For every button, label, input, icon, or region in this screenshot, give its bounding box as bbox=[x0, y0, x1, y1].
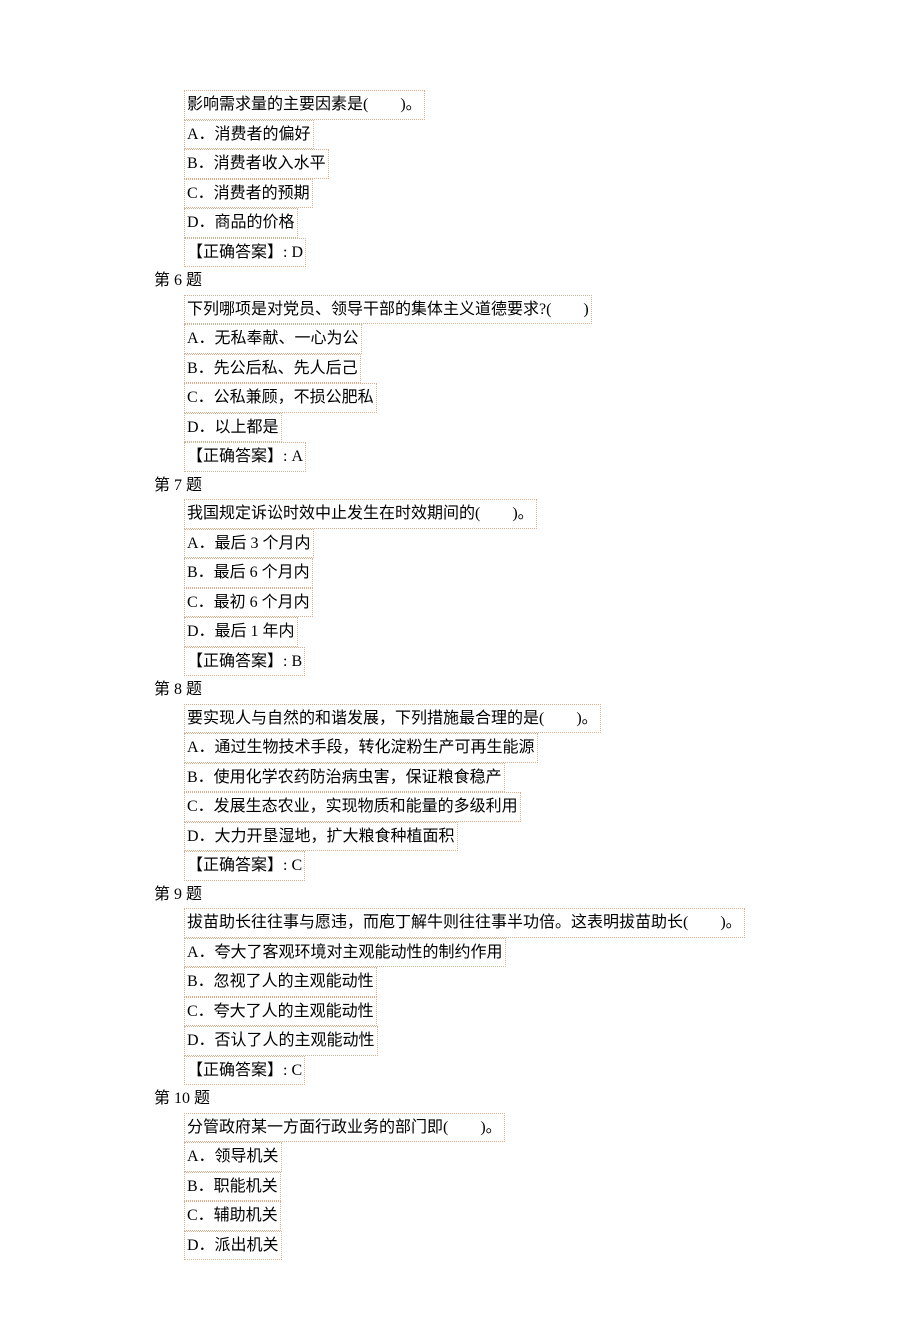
text-line: 第 9 题 bbox=[152, 881, 920, 909]
text-line: B．先公后私、先人后己 bbox=[152, 354, 920, 384]
text-line: 【正确答案】: D bbox=[152, 238, 920, 268]
text-span: C．最初 6 个月内 bbox=[184, 588, 313, 618]
text-span: B．最后 6 个月内 bbox=[184, 558, 313, 588]
text-span: A．无私奉献、一心为公 bbox=[184, 324, 362, 354]
text-span: 第 7 题 bbox=[152, 472, 204, 500]
text-span: 第 6 题 bbox=[152, 267, 204, 295]
text-line: B．消费者收入水平 bbox=[152, 149, 920, 179]
text-span: 拔苗助长往往事与愿违，而庖丁解牛则往往事半功倍。这表明拔苗助长( )。 bbox=[184, 908, 745, 938]
text-line: 分管政府某一方面行政业务的部门即( )。 bbox=[152, 1113, 920, 1143]
text-line: D．否认了人的主观能动性 bbox=[152, 1026, 920, 1056]
text-span: B．先公后私、先人后己 bbox=[184, 354, 361, 384]
text-span: B．使用化学农药防治病虫害，保证粮食稳产 bbox=[184, 763, 505, 793]
text-span: 【正确答案】: D bbox=[184, 238, 306, 268]
text-span: 【正确答案】: C bbox=[184, 851, 305, 881]
text-span: C．夸大了人的主观能动性 bbox=[184, 997, 377, 1027]
text-line: D．最后 1 年内 bbox=[152, 617, 920, 647]
text-line: 【正确答案】: A bbox=[152, 442, 920, 472]
text-line: 【正确答案】: C bbox=[152, 851, 920, 881]
text-line: A．无私奉献、一心为公 bbox=[152, 324, 920, 354]
text-span: C．消费者的预期 bbox=[184, 179, 313, 209]
text-span: 第 10 题 bbox=[152, 1085, 212, 1113]
text-line: 第 10 题 bbox=[152, 1085, 920, 1113]
text-line: D．以上都是 bbox=[152, 413, 920, 443]
text-span: 第 9 题 bbox=[152, 881, 204, 909]
text-span: A．夸大了客观环境对主观能动性的制约作用 bbox=[184, 938, 506, 968]
text-line: C．最初 6 个月内 bbox=[152, 588, 920, 618]
text-span: B．消费者收入水平 bbox=[184, 149, 329, 179]
text-span: D．以上都是 bbox=[184, 413, 282, 443]
text-span: B．忽视了人的主观能动性 bbox=[184, 967, 377, 997]
text-line: 第 7 题 bbox=[152, 472, 920, 500]
text-line: 第 6 题 bbox=[152, 267, 920, 295]
text-span: 【正确答案】: A bbox=[184, 442, 306, 472]
text-line: C．夸大了人的主观能动性 bbox=[152, 997, 920, 1027]
text-line: 拔苗助长往往事与愿违，而庖丁解牛则往往事半功倍。这表明拔苗助长( )。 bbox=[152, 908, 920, 938]
text-line: C．发展生态农业，实现物质和能量的多级利用 bbox=[152, 792, 920, 822]
text-line: 下列哪项是对党员、领导干部的集体主义道德要求?( ) bbox=[152, 295, 920, 325]
text-line: A．通过生物技术手段，转化淀粉生产可再生能源 bbox=[152, 733, 920, 763]
text-line: A．最后 3 个月内 bbox=[152, 529, 920, 559]
text-line: B．忽视了人的主观能动性 bbox=[152, 967, 920, 997]
text-span: A．通过生物技术手段，转化淀粉生产可再生能源 bbox=[184, 733, 538, 763]
text-line: 影响需求量的主要因素是( )。 bbox=[152, 90, 920, 120]
text-line: 第 8 题 bbox=[152, 676, 920, 704]
text-span: D．否认了人的主观能动性 bbox=[184, 1026, 378, 1056]
text-line: D．大力开垦湿地，扩大粮食种植面积 bbox=[152, 822, 920, 852]
text-line: 要实现人与自然的和谐发展，下列措施最合理的是( )。 bbox=[152, 704, 920, 734]
text-span: C．发展生态农业，实现物质和能量的多级利用 bbox=[184, 792, 521, 822]
text-line: 【正确答案】: B bbox=[152, 647, 920, 677]
text-line: D．商品的价格 bbox=[152, 208, 920, 238]
text-line: C．公私兼顾，不损公肥私 bbox=[152, 383, 920, 413]
text-span: D．派出机关 bbox=[184, 1231, 282, 1261]
text-line: C．消费者的预期 bbox=[152, 179, 920, 209]
document-content: 影响需求量的主要因素是( )。A．消费者的偏好B．消费者收入水平C．消费者的预期… bbox=[152, 90, 920, 1260]
text-span: 分管政府某一方面行政业务的部门即( )。 bbox=[184, 1113, 505, 1143]
text-span: D．大力开垦湿地，扩大粮食种植面积 bbox=[184, 822, 458, 852]
text-line: A．消费者的偏好 bbox=[152, 120, 920, 150]
text-line: C．辅助机关 bbox=[152, 1201, 920, 1231]
text-line: A．夸大了客观环境对主观能动性的制约作用 bbox=[152, 938, 920, 968]
text-line: 【正确答案】: C bbox=[152, 1056, 920, 1086]
text-span: 我国规定诉讼时效中止发生在时效期间的( )。 bbox=[184, 499, 537, 529]
text-span: A．最后 3 个月内 bbox=[184, 529, 314, 559]
text-span: A．消费者的偏好 bbox=[184, 120, 314, 150]
text-span: B．职能机关 bbox=[184, 1172, 281, 1202]
text-line: B．使用化学农药防治病虫害，保证粮食稳产 bbox=[152, 763, 920, 793]
text-span: C．公私兼顾，不损公肥私 bbox=[184, 383, 377, 413]
text-span: A．领导机关 bbox=[184, 1142, 282, 1172]
text-span: C．辅助机关 bbox=[184, 1201, 281, 1231]
text-line: B．最后 6 个月内 bbox=[152, 558, 920, 588]
text-line: 我国规定诉讼时效中止发生在时效期间的( )。 bbox=[152, 499, 920, 529]
text-span: D．商品的价格 bbox=[184, 208, 298, 238]
text-span: 【正确答案】: B bbox=[184, 647, 305, 677]
text-span: 影响需求量的主要因素是( )。 bbox=[184, 90, 425, 120]
text-span: 【正确答案】: C bbox=[184, 1056, 305, 1086]
text-span: 要实现人与自然的和谐发展，下列措施最合理的是( )。 bbox=[184, 704, 601, 734]
text-span: D．最后 1 年内 bbox=[184, 617, 298, 647]
text-span: 下列哪项是对党员、领导干部的集体主义道德要求?( ) bbox=[184, 295, 592, 325]
text-line: A．领导机关 bbox=[152, 1142, 920, 1172]
text-line: B．职能机关 bbox=[152, 1172, 920, 1202]
text-line: D．派出机关 bbox=[152, 1231, 920, 1261]
text-span: 第 8 题 bbox=[152, 676, 204, 704]
